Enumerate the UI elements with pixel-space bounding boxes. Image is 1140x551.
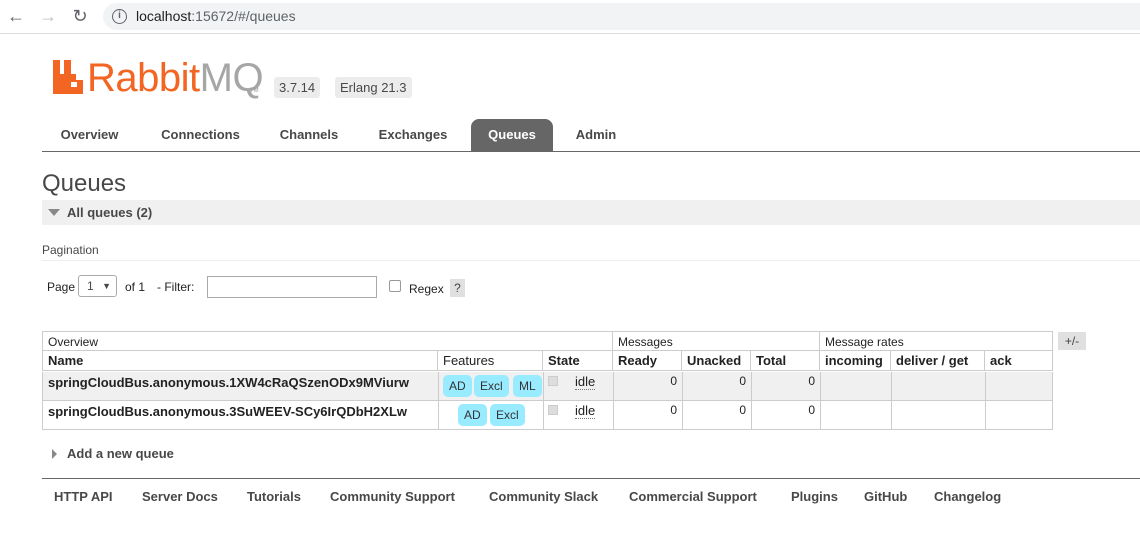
unacked-count: 0 [739,374,746,388]
unacked-count: 0 [739,403,746,417]
queue-name-link[interactable]: springCloudBus.anonymous.3SuWEEV-SCy6IrQ… [48,404,407,419]
column-divider [438,372,439,400]
column-divider [820,372,821,400]
back-arrow-icon[interactable]: ← [5,5,27,27]
column-divider [543,401,544,429]
queue-name-link[interactable]: springCloudBus.anonymous.1XW4cRaQSzenODx… [48,375,409,390]
tab-exchanges[interactable]: Exchanges [370,119,456,151]
feature-badge-ad[interactable]: AD [443,375,472,397]
footer-link-commercial-support[interactable]: Commercial Support [629,489,757,504]
column-divider [891,401,892,429]
table-row: springCloudBus.anonymous.3SuWEEV-SCy6IrQ… [42,401,1053,430]
feature-badge-excl[interactable]: Excl [474,375,509,397]
divider [42,260,1140,261]
footer-link-community-slack[interactable]: Community Slack [489,489,598,504]
ready-count: 0 [670,403,677,417]
footer-link-http-api[interactable]: HTTP API [54,489,113,504]
column-divider [985,401,986,429]
all-queues-toggle[interactable]: All queues (2) [42,200,1140,225]
col-features: Features [437,351,543,371]
state-indicator-icon [548,376,558,386]
collapse-triangle-icon [48,209,60,216]
column-divider [891,372,892,400]
column-toggle-button[interactable]: +/- [1058,332,1086,350]
footer-link-tutorials[interactable]: Tutorials [247,489,301,504]
group-messages: Messages [612,331,820,351]
feature-badge-excl[interactable]: Excl [490,404,525,426]
col-incoming[interactable]: incoming [819,351,891,371]
page-label: Page [47,280,76,294]
erlang-version-badge: Erlang 21.3 [335,77,412,98]
forward-arrow-icon[interactable]: → [37,5,59,27]
col-ready[interactable]: Ready [612,351,682,371]
footer-link-community-support[interactable]: Community Support [330,489,455,504]
browser-toolbar: ← → ↻ i localhost:15672/#/queues [0,0,1140,34]
site-info-icon[interactable]: i [112,9,127,24]
address-bar[interactable]: i localhost:15672/#/queues [103,3,1140,30]
queue-state: idle [575,403,596,419]
col-deliver-get[interactable]: deliver / get [890,351,985,371]
group-overview: Overview [42,331,613,351]
regex-checkbox[interactable] [389,280,401,292]
url-text[interactable]: localhost:15672/#/queues [136,8,296,24]
column-divider [985,372,986,400]
page-title: Queues [42,170,127,197]
column-divider [820,401,821,429]
column-divider [751,401,752,429]
column-divider [438,401,439,429]
add-queue-label: Add a new queue [67,446,174,461]
pagination-label: Pagination [42,243,99,257]
logo-wordmark: RabbitMQ [87,56,264,100]
ready-count: 0 [670,374,677,388]
page-select[interactable]: 1 ▼ [78,275,117,297]
rabbit-logo-icon [53,60,83,94]
feature-badge-ml[interactable]: ML [513,375,542,397]
total-count: 0 [808,403,815,417]
col-name[interactable]: Name [42,351,438,371]
col-unacked[interactable]: Unacked [681,351,751,371]
dropdown-arrow-icon: ▼ [102,281,111,291]
section-label: All queues (2) [67,205,153,220]
reload-icon[interactable]: ↻ [69,5,91,27]
queue-state: idle [575,374,596,390]
tab-channels[interactable]: Channels [272,119,346,151]
main-tabs: Overview Connections Channels Exchanges … [42,119,1140,152]
footer-link-github[interactable]: GitHub [864,489,907,504]
page-count: of 1 [125,280,146,294]
col-total[interactable]: Total [750,351,820,371]
tab-admin[interactable]: Admin [568,119,624,151]
regex-help-button[interactable]: ? [450,279,465,297]
footer: HTTP API Server Docs Tutorials Community… [42,478,1140,515]
footer-link-server-docs[interactable]: Server Docs [142,489,218,504]
trademark: TM [250,88,259,94]
table-row: springCloudBus.anonymous.1XW4cRaQSzenODx… [42,372,1053,401]
column-divider [613,372,614,400]
column-divider [682,401,683,429]
col-state[interactable]: State [542,351,613,371]
filter-label: - Filter: [157,280,195,294]
footer-link-plugins[interactable]: Plugins [791,489,838,504]
column-divider [613,401,614,429]
column-divider [682,372,683,400]
col-ack[interactable]: ack [984,351,1053,371]
column-divider [543,372,544,400]
filter-input[interactable] [207,276,377,298]
tab-overview[interactable]: Overview [52,119,127,151]
tab-queues[interactable]: Queues [471,119,553,151]
footer-link-changelog[interactable]: Changelog [934,489,1001,504]
expand-triangle-icon [52,449,57,459]
regex-label: Regex [409,282,444,296]
column-divider [751,372,752,400]
version-badge: 3.7.14 [274,77,321,98]
total-count: 0 [808,374,815,388]
group-message-rates: Message rates [819,331,1053,351]
tab-connections[interactable]: Connections [152,119,249,151]
state-indicator-icon [548,405,558,415]
feature-badge-ad[interactable]: AD [458,404,487,426]
